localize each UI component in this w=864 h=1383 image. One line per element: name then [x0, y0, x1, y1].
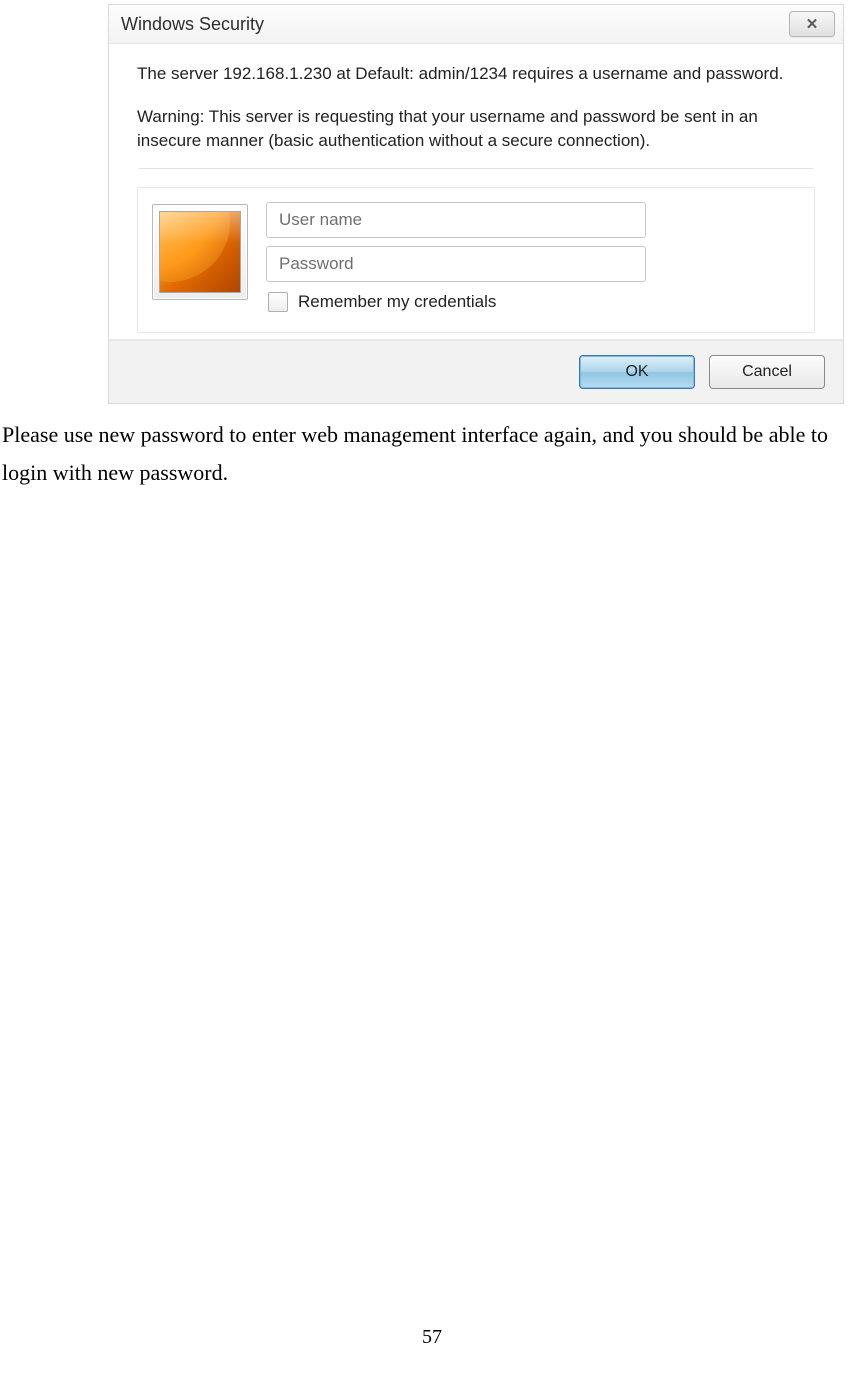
credentials-card: Remember my credentials: [137, 187, 815, 333]
credentials-fields: Remember my credentials: [266, 202, 800, 312]
avatar-image-icon: [159, 211, 241, 293]
divider: [139, 168, 813, 169]
instruction-paragraph: Please use new password to enter web man…: [0, 416, 858, 493]
ok-button[interactable]: OK: [579, 355, 695, 389]
dialog-titlebar: Windows Security ✕: [109, 5, 843, 44]
page-number: 57: [0, 1326, 864, 1349]
dialog-body: The server 192.168.1.230 at Default: adm…: [109, 44, 843, 339]
username-input[interactable]: [266, 202, 646, 238]
windows-security-dialog: Windows Security ✕ The server 192.168.1.…: [108, 4, 844, 404]
dialog-footer: OK Cancel: [109, 339, 843, 403]
cancel-button[interactable]: Cancel: [709, 355, 825, 389]
close-button[interactable]: ✕: [789, 11, 835, 37]
document-page: Windows Security ✕ The server 192.168.1.…: [0, 0, 864, 1383]
dialog-title: Windows Security: [121, 14, 264, 35]
close-icon: ✕: [806, 17, 819, 32]
password-input[interactable]: [266, 246, 646, 282]
remember-row: Remember my credentials: [266, 292, 800, 312]
auth-message: The server 192.168.1.230 at Default: adm…: [137, 62, 815, 87]
user-avatar: [152, 204, 248, 300]
remember-checkbox[interactable]: [268, 292, 288, 312]
remember-label: Remember my credentials: [298, 292, 496, 312]
auth-warning: Warning: This server is requesting that …: [137, 105, 815, 154]
